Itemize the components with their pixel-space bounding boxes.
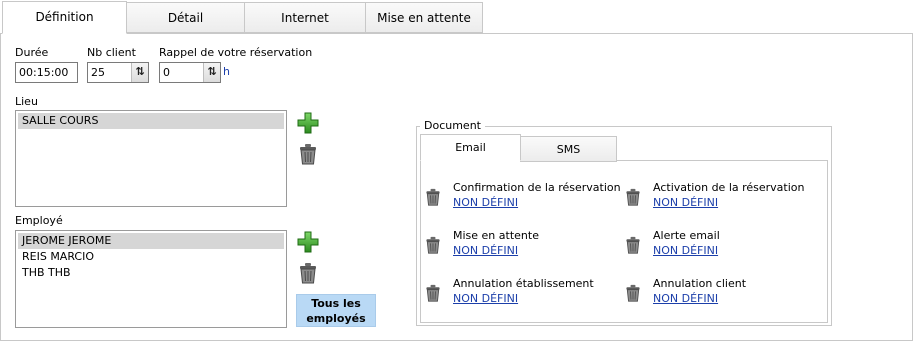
tab-label: Définition (35, 10, 94, 24)
tab-detail[interactable]: Détail (126, 2, 245, 33)
delete-document-button[interactable] (624, 186, 642, 211)
document-title: Activation de la réservation (653, 181, 805, 194)
document-group-title: Document (420, 119, 485, 132)
tab-internet[interactable]: Internet (244, 2, 366, 33)
nb-client-value[interactable]: 25 (88, 63, 131, 82)
list-item[interactable]: REIS MARCIO (18, 249, 284, 265)
lieu-list[interactable]: SALLE COURS (15, 110, 287, 207)
trash-icon (426, 236, 440, 254)
add-icon (297, 231, 319, 253)
tab-label: Internet (281, 11, 329, 25)
subtab-label: SMS (556, 143, 581, 156)
add-icon (297, 112, 319, 134)
document-title: Mise en attente (453, 229, 539, 242)
employe-list[interactable]: JEROME JEROME REIS MARCIO THB THB (15, 230, 287, 328)
trash-icon (300, 263, 316, 284)
delete-lieu-button[interactable] (295, 141, 321, 167)
duration-input[interactable]: 00:15:00 (15, 62, 78, 83)
tab-bar: Définition Détail Internet Mise en atten… (0, 0, 917, 34)
trash-icon (300, 144, 316, 165)
tab-label: Détail (167, 11, 204, 25)
reminder-label: Rappel de votre réservation (159, 46, 313, 59)
duration-label: Durée (15, 46, 49, 59)
delete-employe-button[interactable] (295, 260, 321, 286)
nb-client-label: Nb client (87, 46, 136, 59)
subtab-label: Email (455, 141, 486, 154)
delete-document-button[interactable] (424, 282, 442, 307)
subtab-email[interactable]: Email (420, 134, 521, 161)
document-title: Annulation client (653, 277, 747, 290)
document-link[interactable]: NON DÉFINI (453, 292, 518, 305)
document-link[interactable]: NON DÉFINI (453, 244, 518, 257)
tab-definition[interactable]: Définition (2, 1, 127, 34)
document-link[interactable]: NON DÉFINI (653, 196, 718, 209)
subtab-sms[interactable]: SMS (520, 136, 617, 162)
delete-document-button[interactable] (424, 234, 442, 259)
add-employe-button[interactable] (295, 229, 321, 255)
trash-icon (626, 236, 640, 254)
delete-document-button[interactable] (624, 234, 642, 259)
tab-mise-en-attente[interactable]: Mise en attente (365, 2, 483, 33)
all-employees-button[interactable]: Tous les employés (296, 294, 376, 327)
employe-label: Employé (15, 214, 63, 227)
list-item[interactable]: SALLE COURS (18, 113, 284, 129)
trash-icon (426, 188, 440, 206)
add-lieu-button[interactable] (295, 110, 321, 136)
updown-arrows-icon[interactable]: ⇅ (131, 63, 148, 82)
tab-label: Mise en attente (377, 11, 471, 25)
reminder-spinner[interactable]: 0 ⇅ (159, 62, 221, 83)
list-item[interactable]: THB THB (18, 265, 284, 281)
document-title: Confirmation de la réservation (453, 181, 621, 194)
all-employees-label: Tous les employés (306, 297, 366, 325)
delete-document-button[interactable] (624, 282, 642, 307)
document-link[interactable]: NON DÉFINI (653, 292, 718, 305)
document-link[interactable]: NON DÉFINI (453, 196, 518, 209)
reminder-unit: h (223, 65, 230, 78)
delete-document-button[interactable] (424, 186, 442, 211)
trash-icon (626, 284, 640, 302)
reminder-value[interactable]: 0 (160, 63, 203, 82)
trash-icon (626, 188, 640, 206)
document-title: Alerte email (653, 229, 720, 242)
trash-icon (426, 284, 440, 302)
document-title: Annulation établissement (453, 277, 594, 290)
updown-arrows-icon[interactable]: ⇅ (203, 63, 220, 82)
nb-client-spinner[interactable]: 25 ⇅ (87, 62, 149, 83)
lieu-label: Lieu (15, 95, 38, 108)
list-item[interactable]: JEROME JEROME (18, 233, 284, 249)
document-link[interactable]: NON DÉFINI (653, 244, 718, 257)
